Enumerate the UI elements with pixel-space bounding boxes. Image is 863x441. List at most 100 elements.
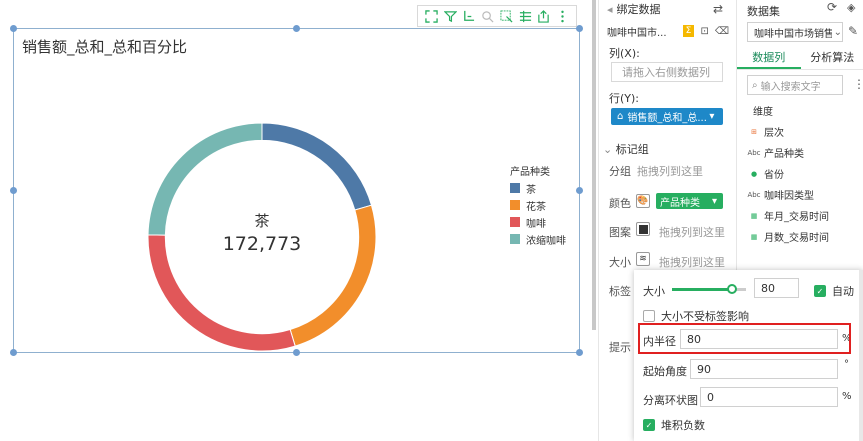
- cube-icon[interactable]: ◈: [847, 1, 855, 14]
- chart-frame[interactable]: 销售额_总和_总和百分比 茶 172,773 产品种类 茶花茶 咖啡 浓缩咖啡: [13, 28, 580, 353]
- separate-unit: %: [842, 391, 852, 402]
- legend-title: 产品种类: [510, 167, 550, 178]
- field-item[interactable]: Abc 咖啡因类型: [747, 184, 829, 205]
- popup-size-row: 大小: [643, 283, 665, 299]
- resize-handle[interactable]: [576, 349, 583, 356]
- resize-handle[interactable]: [293, 349, 300, 356]
- swap-icon[interactable]: ⇄: [713, 2, 723, 16]
- donut-slice[interactable]: [147, 122, 263, 236]
- search-icon: ⌕: [752, 79, 758, 91]
- size-slider-thumb[interactable]: [727, 284, 737, 294]
- field-name: 产品种类: [764, 149, 804, 160]
- zoom-icon[interactable]: [481, 9, 495, 23]
- refresh-icon[interactable]: ⟳: [827, 0, 837, 14]
- color-field-pill[interactable]: 产品种类 ▾: [656, 193, 723, 209]
- collapse-left-icon[interactable]: ◂: [607, 3, 613, 16]
- field-item[interactable]: ▦ 年月_交易时间: [747, 205, 829, 226]
- auto-checkbox-row[interactable]: ✓ 自动: [814, 283, 854, 299]
- legend-item[interactable]: 咖啡: [510, 216, 566, 230]
- dimension-label: 维度: [753, 107, 773, 118]
- size-input[interactable]: 80: [754, 278, 799, 298]
- filter-icon[interactable]: [443, 9, 457, 23]
- rows-field-pill[interactable]: ⌂ 销售额_总和_总... ▾: [611, 108, 723, 125]
- select-icon[interactable]: [499, 9, 513, 23]
- field-item[interactable]: Abc 产品种类: [747, 142, 829, 163]
- app-root: 销售额_总和_总和百分比 茶 172,773 产品种类 茶花茶 咖啡 浓缩咖啡 ◂ …: [0, 0, 863, 441]
- group-drop-zone[interactable]: 拖拽列到这里: [637, 163, 703, 179]
- export-icon[interactable]: [537, 9, 551, 23]
- donut-slice[interactable]: [261, 122, 373, 211]
- binding-dataset-name: 咖啡中国市...: [607, 27, 667, 39]
- popup-size-label: 大小: [643, 285, 665, 298]
- dataset-select[interactable]: 咖啡中国市场销售 ⌄: [747, 22, 843, 42]
- expand-icon[interactable]: [424, 9, 438, 23]
- resize-handle[interactable]: [576, 187, 583, 194]
- separate-input[interactable]: 0: [700, 387, 838, 407]
- size-independent-row[interactable]: 大小不受标签影响: [643, 308, 749, 324]
- stack-negative-checkbox[interactable]: ✓: [643, 419, 655, 431]
- resize-handle[interactable]: [293, 25, 300, 32]
- mark-group-label: ⌄ 标记组: [603, 141, 649, 157]
- stack-negative-label: 堆积负数: [661, 419, 705, 432]
- resize-handle[interactable]: [10, 187, 17, 194]
- inner-radius-highlight: [638, 323, 851, 354]
- donut-slice[interactable]: [289, 204, 377, 347]
- start-angle-label: 起始角度: [643, 365, 687, 378]
- dropdown-icon[interactable]: ▾: [712, 196, 717, 207]
- field-item[interactable]: ▦ 月数_交易时间: [747, 226, 829, 247]
- popup-scrollbar[interactable]: [859, 270, 863, 441]
- auto-checkbox[interactable]: ✓: [814, 285, 826, 297]
- size-independent-checkbox[interactable]: [643, 310, 655, 322]
- start-angle-row: 起始角度: [643, 363, 687, 379]
- mark-size-popup: 大小 80 ✓ 自动 大小不受标签影响 内半径 80 % 起始角度 90 ° 分…: [634, 270, 863, 441]
- mark-group-text: 标记组: [615, 143, 649, 156]
- size-label: 大小: [609, 256, 631, 269]
- binding-title: 绑定数据: [616, 3, 661, 16]
- field-list: 维度 ⊞ 层次 Abc 产品种类 ● 省份 Abc 咖啡因类型 ▦ 年月_交易时间 ▦ 月数_交易时间: [747, 100, 829, 247]
- edit-icon[interactable]: ✎: [848, 24, 858, 38]
- color-label: 颜色: [609, 197, 631, 210]
- pattern-swatch-icon[interactable]: [636, 222, 650, 236]
- legend-label: 花茶: [526, 201, 546, 213]
- chevron-down-icon[interactable]: ⌄: [603, 143, 616, 156]
- chart-toolbar: [417, 5, 577, 27]
- dropdown-icon[interactable]: ▾: [709, 111, 714, 122]
- chart-type-icon[interactable]: ⊡: [700, 26, 708, 37]
- donut-chart[interactable]: 茶 172,773: [144, 119, 380, 355]
- start-angle-value: 90: [697, 362, 711, 376]
- pattern-drop-zone[interactable]: 拖拽列到这里: [659, 224, 725, 240]
- field-item[interactable]: ⊞ 层次: [747, 121, 829, 142]
- axis-icon[interactable]: [462, 9, 476, 23]
- rows-label: 行(Y):: [609, 92, 640, 105]
- canvas-scrollbar[interactable]: [592, 0, 596, 330]
- tag-label: 标签: [609, 285, 631, 298]
- start-angle-input[interactable]: 90: [690, 359, 838, 379]
- field-item[interactable]: ● 省份: [747, 163, 829, 184]
- columns-drop-zone[interactable]: 请拖入右侧数据列: [611, 62, 723, 82]
- resize-handle[interactable]: [10, 25, 17, 32]
- resize-handle[interactable]: [10, 349, 17, 356]
- tab-algorithms[interactable]: 分析算法: [801, 48, 863, 69]
- tab-columns[interactable]: 数据列: [737, 48, 801, 69]
- legend-swatch: [510, 183, 520, 193]
- legend-swatch: [510, 200, 520, 210]
- more-icon[interactable]: ⋮: [853, 77, 863, 91]
- sum-icon[interactable]: Σ: [682, 25, 695, 37]
- legend-swatch: [510, 234, 520, 244]
- size-drop-zone[interactable]: 拖拽列到这里: [659, 254, 725, 270]
- legend: 产品种类 茶花茶咖啡浓缩咖啡: [510, 163, 566, 250]
- hierarchy-icon: ⊞: [751, 127, 757, 136]
- table-icon[interactable]: [518, 9, 532, 23]
- legend-item[interactable]: 浓缩咖啡: [510, 233, 566, 247]
- chart-canvas: 销售额_总和_总和百分比 茶 172,773 产品种类 茶花茶 咖啡 浓缩咖啡: [0, 0, 596, 441]
- size-slider[interactable]: [672, 288, 734, 291]
- more-icon[interactable]: [556, 9, 570, 23]
- size-settings-icon[interactable]: ≋: [636, 252, 650, 266]
- legend-item[interactable]: 花茶: [510, 199, 566, 213]
- stack-negative-row[interactable]: ✓ 堆积负数: [643, 417, 705, 433]
- eraser-icon[interactable]: ⌫: [715, 26, 729, 37]
- resize-handle[interactable]: [576, 25, 583, 32]
- palette-icon[interactable]: 🎨: [636, 194, 650, 208]
- search-input[interactable]: ⌕ 输入搜索文字: [747, 75, 843, 95]
- legend-item[interactable]: 茶: [510, 182, 566, 196]
